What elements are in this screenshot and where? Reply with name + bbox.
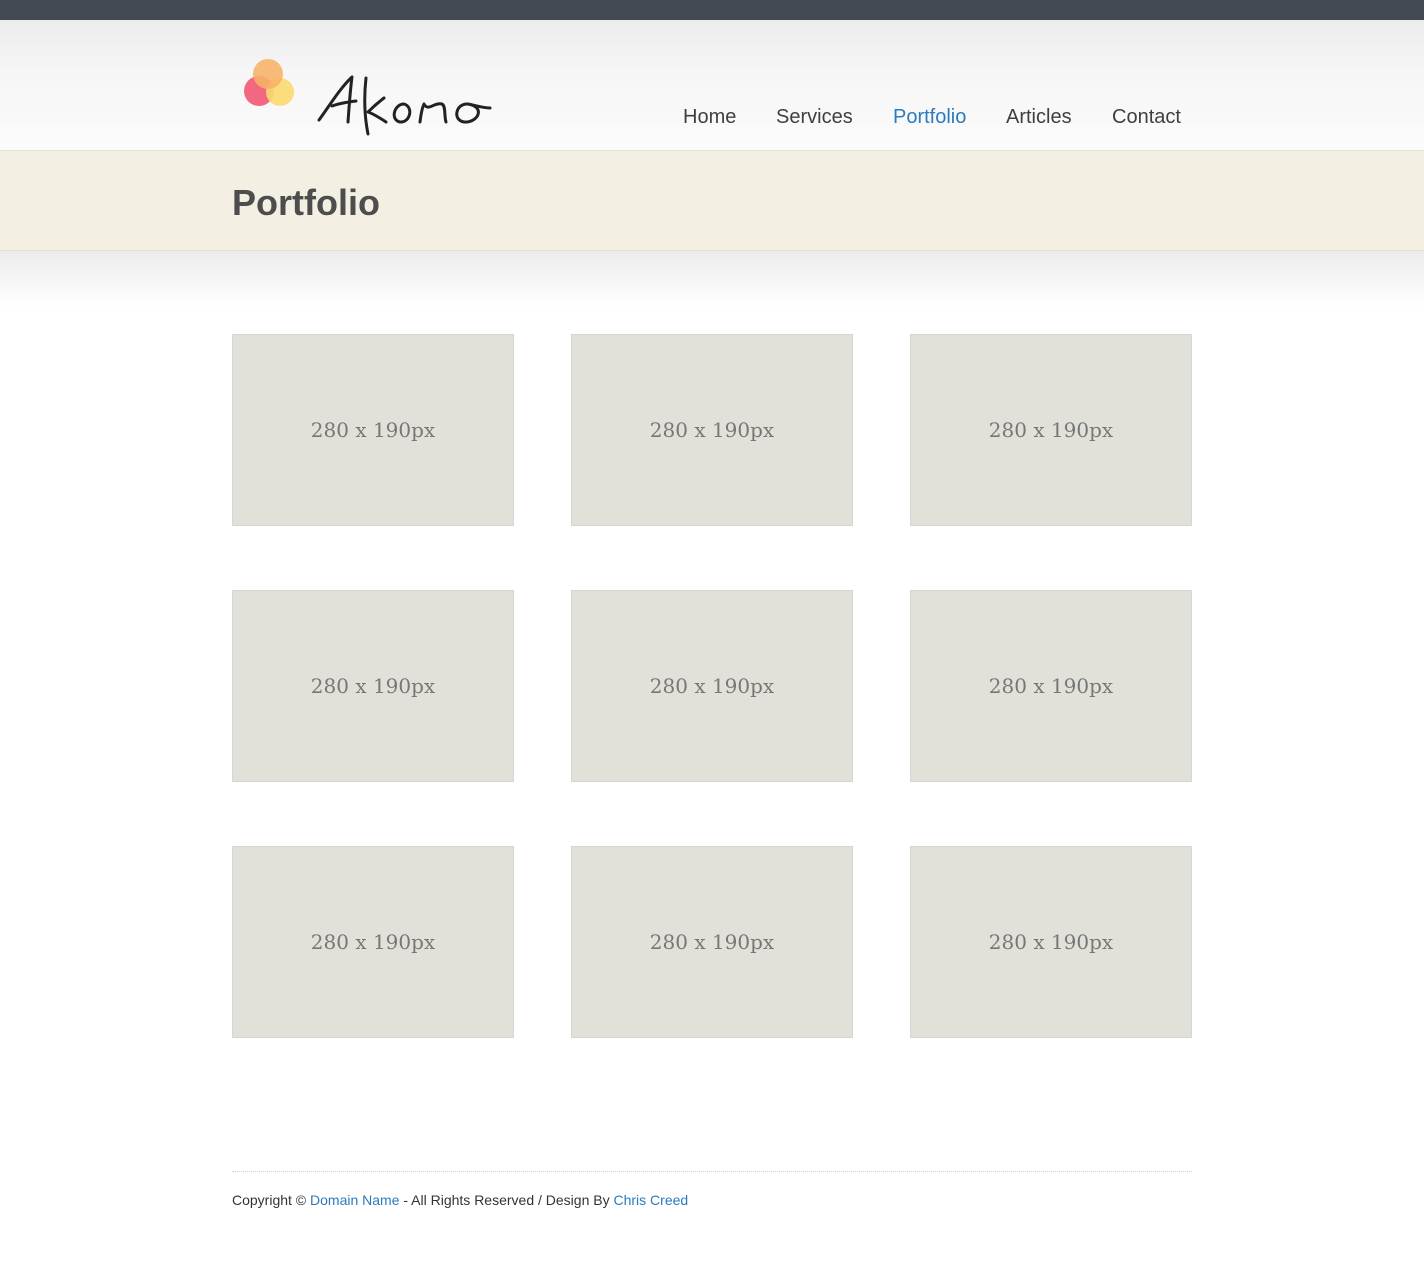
main-nav: Home Services Portfolio Articles Contact — [0, 106, 1424, 130]
copyright-prefix: Copyright © — [232, 1192, 307, 1208]
portfolio-item[interactable]: 280 x 190px — [571, 846, 853, 1038]
placeholder-label: 280 x 190px — [310, 930, 436, 954]
portfolio-item[interactable]: 280 x 190px — [571, 334, 853, 526]
nav-portfolio[interactable]: Portfolio — [893, 106, 966, 128]
designer-link[interactable]: Chris Creed — [613, 1192, 688, 1208]
title-band-shadow — [0, 251, 1424, 307]
nav-contact[interactable]: Contact — [1112, 106, 1181, 128]
site-header: Home Services Portfolio Articles Contact — [0, 20, 1424, 150]
footer: Copyright © Domain Name - All Rights Res… — [232, 1192, 688, 1208]
portfolio-item[interactable]: 280 x 190px — [910, 334, 1192, 526]
portfolio-item[interactable]: 280 x 190px — [910, 846, 1192, 1038]
placeholder-label: 280 x 190px — [649, 674, 775, 698]
page-title: Portfolio — [232, 182, 380, 223]
portfolio-item[interactable]: 280 x 190px — [571, 590, 853, 782]
top-strip — [0, 0, 1424, 20]
placeholder-label: 280 x 190px — [310, 674, 436, 698]
domain-name-link[interactable]: Domain Name — [310, 1192, 399, 1208]
nav-services[interactable]: Services — [776, 106, 853, 128]
portfolio-item[interactable]: 280 x 190px — [232, 846, 514, 1038]
logo-circles-icon[interactable] — [243, 58, 295, 108]
nav-articles[interactable]: Articles — [1006, 106, 1072, 128]
rights-text: - All Rights Reserved / Design By — [403, 1192, 610, 1208]
nav-home[interactable]: Home — [683, 106, 736, 128]
portfolio-item[interactable]: 280 x 190px — [910, 590, 1192, 782]
placeholder-label: 280 x 190px — [988, 418, 1114, 442]
placeholder-label: 280 x 190px — [310, 418, 436, 442]
placeholder-label: 280 x 190px — [988, 674, 1114, 698]
portfolio-item[interactable]: 280 x 190px — [232, 590, 514, 782]
portfolio-item[interactable]: 280 x 190px — [232, 334, 514, 526]
placeholder-label: 280 x 190px — [649, 418, 775, 442]
placeholder-label: 280 x 190px — [988, 930, 1114, 954]
footer-divider — [232, 1171, 1192, 1172]
page-title-band: Portfolio — [0, 150, 1424, 251]
placeholder-label: 280 x 190px — [649, 930, 775, 954]
